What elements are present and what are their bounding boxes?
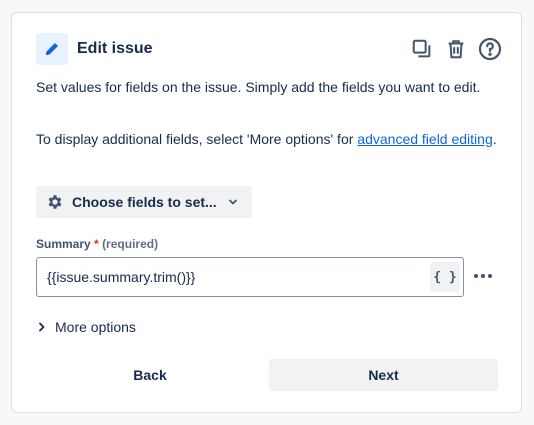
next-button[interactable]: Next [269, 359, 498, 391]
pencil-icon [36, 33, 68, 65]
required-hint: (required) [102, 237, 159, 251]
required-marker: * [94, 237, 99, 251]
advanced-description-prefix: To display additional fields, select 'Mo… [36, 131, 358, 147]
chevron-right-icon [39, 322, 45, 332]
page-title: Edit issue [77, 40, 153, 57]
advanced-field-editing-link[interactable]: advanced field editing [357, 131, 492, 147]
summary-field: { } [36, 257, 464, 297]
help-icon[interactable] [477, 36, 503, 62]
header-actions [409, 36, 503, 62]
copy-icon[interactable] [409, 36, 435, 62]
more-options-label: More options [55, 319, 136, 335]
description-text: Set values for fields on the issue. Simp… [36, 79, 481, 95]
smart-value-button[interactable]: { } [430, 262, 460, 292]
panel-header: Edit issue [36, 33, 503, 65]
back-button[interactable]: Back [36, 359, 264, 391]
gear-icon [48, 195, 62, 209]
more-actions-icon[interactable] [471, 266, 495, 286]
summary-label-text: Summary [36, 237, 91, 251]
more-options-toggle[interactable]: More options [38, 319, 136, 335]
edit-issue-panel: Edit issue Set values for fields on the … [11, 12, 522, 413]
advanced-description: To display additional fields, select 'Mo… [36, 129, 506, 149]
summary-label: Summary * (required) [36, 237, 158, 251]
choose-fields-label: Choose fields to set... [72, 194, 217, 210]
summary-input[interactable] [37, 259, 417, 295]
trash-icon[interactable] [443, 36, 469, 62]
choose-fields-button[interactable]: Choose fields to set... [36, 186, 252, 218]
chevron-down-icon [228, 199, 237, 205]
advanced-description-suffix: . [492, 131, 497, 147]
